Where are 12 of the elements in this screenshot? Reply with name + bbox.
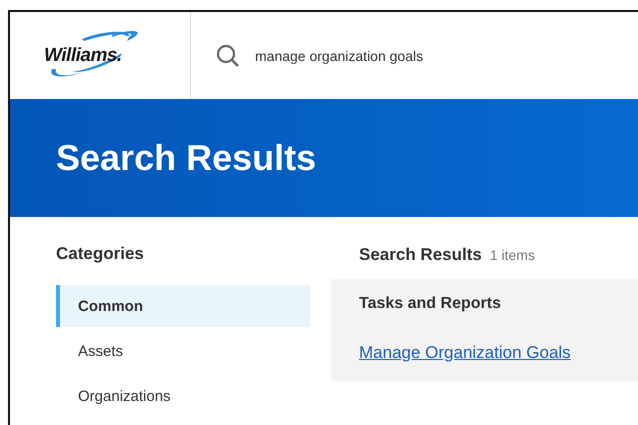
search-icon — [215, 42, 241, 68]
logo-text: Williams. — [44, 44, 122, 66]
results-heading: Search Results — [359, 245, 482, 265]
category-item[interactable]: Organizations — [56, 375, 310, 417]
result-link[interactable]: Manage Organization Goals — [359, 343, 610, 363]
results-count: 1 items — [490, 247, 535, 263]
page-title: Search Results — [56, 137, 316, 179]
categories-heading: Categories — [56, 244, 145, 264]
search-field[interactable]: manage organization goals — [255, 48, 424, 64]
category-item[interactable]: Assets — [56, 330, 310, 372]
category-item[interactable]: Common — [56, 285, 310, 327]
group-heading: Tasks and Reports — [359, 295, 502, 313]
